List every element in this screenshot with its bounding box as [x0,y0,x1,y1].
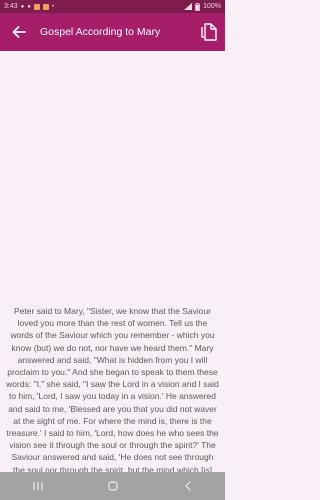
recent-apps-button[interactable] [18,472,58,500]
status-bar: 3:43 ● ● • 100% [0,0,225,13]
system-nav-bar [0,472,225,500]
app-bar: Gospel According to Mary [0,13,225,51]
signal-icon [184,3,193,10]
back-button[interactable] [0,13,38,51]
gospel-text: Peter said to Mary, "Sister, we know tha… [6,306,219,487]
notification-icon: ● [27,3,31,10]
nav-back-button[interactable] [168,472,208,500]
app-notification-icon [33,3,40,10]
battery-level: 100% [203,3,221,10]
status-left: 3:43 ● ● • [4,3,54,10]
home-button[interactable] [93,472,133,500]
battery-icon [195,2,200,11]
page-title: Gospel According to Mary [40,26,161,38]
copy-icon [201,23,217,41]
status-time: 3:43 [4,3,18,10]
recent-apps-icon [33,482,42,490]
arrow-left-icon [12,26,26,38]
copy-button[interactable] [193,13,225,51]
back-chevron-icon [184,481,191,491]
content-area: Peter said to Mary, "Sister, we know tha… [6,305,219,488]
app-notification-icon [42,3,49,10]
status-right: 100% [184,2,221,11]
dot-icon: • [51,3,54,10]
notification-icon: ● [20,3,25,10]
home-icon [107,481,118,491]
